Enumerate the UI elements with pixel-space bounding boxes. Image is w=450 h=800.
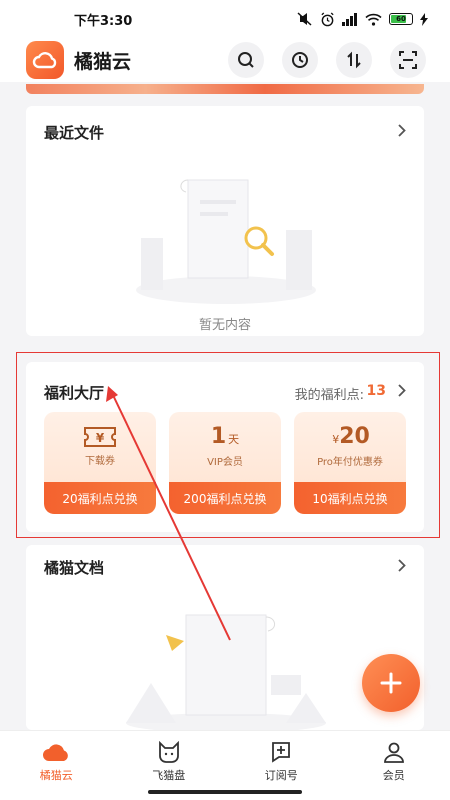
- promo-banner[interactable]: [26, 84, 424, 94]
- home-indicator: [148, 790, 302, 794]
- coupon-value: 20: [339, 424, 370, 449]
- search-icon: [238, 52, 254, 68]
- svg-text:¥: ¥: [96, 431, 105, 445]
- add-button[interactable]: [362, 654, 420, 712]
- docs-card: 橘猫文档: [26, 545, 424, 730]
- scan-icon: [399, 51, 417, 69]
- charging-icon: [420, 12, 428, 26]
- battery-icon: 60: [389, 13, 413, 25]
- app-header: 橘猫云: [0, 38, 450, 82]
- chevron-right-icon[interactable]: [398, 384, 406, 397]
- welfare-card: 福利大厅 我的福利点: 13 ¥ 下载券 20福利点兑换 1天 VIP会员 20…: [26, 362, 424, 532]
- coupon-value: 1: [210, 424, 227, 449]
- recent-files-card: 最近文件 暂无内容: [26, 106, 424, 336]
- subscription-icon: [272, 742, 291, 763]
- coupon-unit: 天: [228, 433, 240, 446]
- alarm-icon: [321, 11, 334, 26]
- nav-label: 订阅号: [264, 769, 298, 782]
- points-label: 我的福利点:: [294, 388, 364, 403]
- status-icons: 60: [297, 11, 428, 27]
- cloud-logo-icon: [26, 41, 64, 79]
- wifi-icon: [365, 13, 382, 26]
- transfer-icon: [347, 51, 361, 69]
- cat-icon: [158, 741, 179, 763]
- app-title: 橘猫云: [74, 50, 132, 73]
- scan-button[interactable]: [390, 42, 426, 78]
- ticket-icon: ¥: [84, 427, 116, 447]
- signal-icon: [342, 12, 357, 26]
- redeem-button[interactable]: 200福利点兑换: [169, 482, 281, 514]
- coupon-download[interactable]: ¥ 下载券 20福利点兑换: [44, 412, 156, 514]
- coupon-label: VIP会员: [207, 457, 243, 468]
- chevron-right-icon[interactable]: [398, 124, 406, 137]
- transfer-button[interactable]: [336, 42, 372, 78]
- status-time: 下午3:30: [74, 13, 133, 29]
- history-button[interactable]: [282, 42, 318, 78]
- mute-icon: [297, 12, 312, 26]
- battery-level: 60: [396, 15, 406, 23]
- status-bar: 下午3:30 60: [0, 0, 450, 38]
- nav-item-member[interactable]: 会员: [338, 731, 450, 800]
- clock-icon: [292, 52, 308, 68]
- coupon-vip[interactable]: 1天 VIP会员 200福利点兑换: [169, 412, 281, 514]
- user-icon: [383, 742, 404, 763]
- coupon-label: Pro年付优惠券: [317, 457, 383, 468]
- nav-label: 会员: [382, 769, 405, 782]
- recent-files-title: 最近文件: [44, 124, 105, 142]
- empty-document-illustration: [136, 179, 316, 304]
- plus-icon: [380, 672, 402, 694]
- empty-text: 暂无内容: [198, 318, 251, 333]
- docs-illustration: [126, 614, 326, 730]
- redeem-button[interactable]: 20福利点兑换: [44, 482, 156, 514]
- redeem-button[interactable]: 10福利点兑换: [294, 482, 406, 514]
- coupon-pro[interactable]: ¥20 Pro年付优惠券 10福利点兑换: [294, 412, 406, 514]
- search-button[interactable]: [228, 42, 264, 78]
- docs-title: 橘猫文档: [44, 559, 105, 577]
- chevron-right-icon[interactable]: [398, 559, 406, 572]
- cloud-icon: [43, 744, 69, 761]
- points-value: 13: [366, 383, 386, 399]
- welfare-title: 福利大厅: [44, 384, 105, 402]
- nav-item-home[interactable]: 橘猫云: [0, 731, 113, 800]
- coupon-label: 下载券: [85, 456, 115, 467]
- nav-label: 飞猫盘: [152, 769, 186, 782]
- nav-label: 橘猫云: [39, 769, 73, 782]
